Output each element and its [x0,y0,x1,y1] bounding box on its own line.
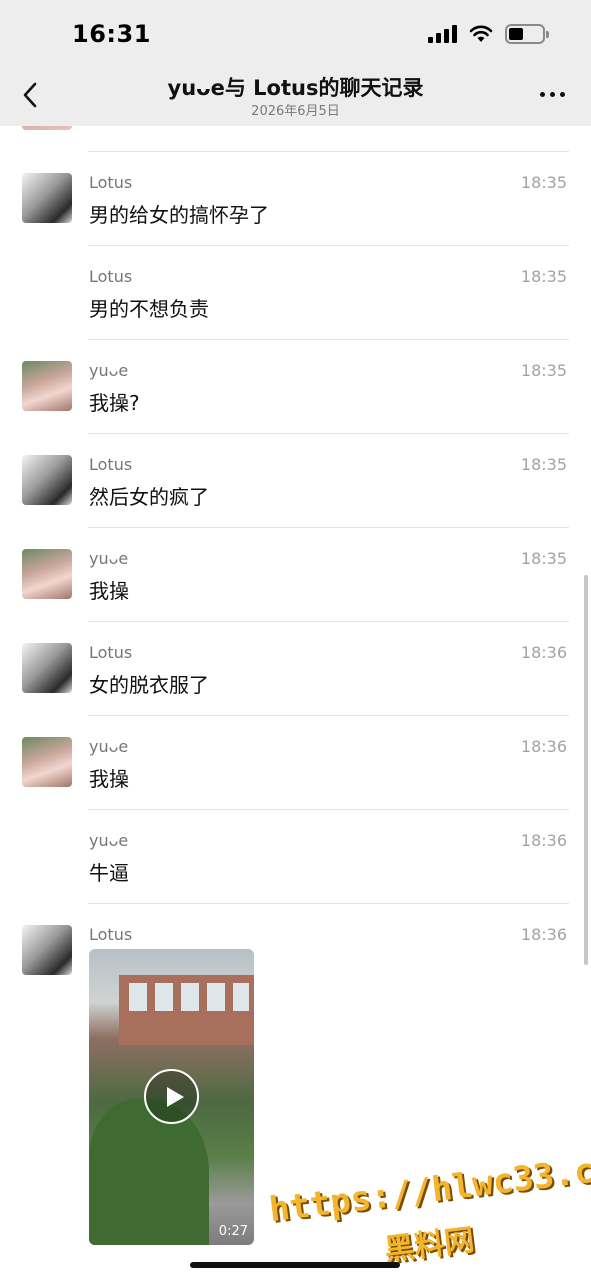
wifi-icon [469,25,493,42]
message-time: 18:35 [520,173,567,192]
list-item[interactable]: Lotus 18:35 男的不想负责 [0,246,591,340]
avatar[interactable] [22,549,72,599]
message-text: 男的不想负责 [89,297,209,321]
list-item[interactable]: yuᴗe 18:35 我操? [0,340,591,434]
avatar[interactable] [22,643,72,693]
avatar[interactable] [22,173,72,223]
message-time: 18:35 [520,455,567,474]
sender-name: Lotus [89,455,133,474]
sender-name: yuᴗe [89,831,129,850]
play-icon[interactable] [144,1069,199,1124]
message-text: 然后女的疯了 [89,485,209,509]
scrollbar[interactable] [584,575,588,965]
list-item[interactable]: Lotus 18:35 男的给女的搞怀孕了 [0,152,591,246]
battery-icon [505,24,549,44]
sender-name: Lotus [89,267,133,286]
video-duration: 0:27 [218,1224,248,1239]
avatar[interactable] [22,455,72,505]
sender-name: yuᴗe [89,361,129,380]
signal-icon [428,25,457,43]
message-text: 牛逼 [89,861,129,885]
list-item[interactable]: yuᴗe 18:35 我操 [0,528,591,622]
list-item[interactable]: Lotus 18:35 然后女的疯了 [0,434,591,528]
message-time: 18:36 [520,831,567,850]
list-item[interactable]: yuᴗe 18:36 牛逼 [0,810,591,904]
avatar[interactable] [22,925,72,975]
message-text: 我操? [89,391,140,415]
message-text: 男的给女的搞怀孕了 [89,203,269,227]
chat-date: 2026年6月5日 [251,104,340,119]
status-time: 16:31 [72,20,151,48]
chat-title: yuᴗe与 Lotus的聊天记录 [167,76,424,100]
status-icons [428,24,549,44]
message-time: 18:36 [520,925,567,944]
message-time: 18:35 [520,549,567,568]
message-list[interactable]: Lotus 18:35 男的给女的搞怀孕了 Lotus 18:35 男的不想负责… [0,58,591,1280]
more-dots-icon[interactable] [540,92,565,97]
message-text: 我操 [89,579,129,603]
avatar[interactable] [22,361,72,411]
video-thumbnail[interactable]: 0:27 [89,949,254,1245]
sender-name: Lotus [89,643,133,662]
sender-name: yuᴗe [89,737,129,756]
list-item[interactable]: Lotus 18:36 女的脱衣服了 [0,622,591,716]
avatar[interactable] [22,737,72,787]
message-text: 我操 [89,767,129,791]
message-time: 18:36 [520,643,567,662]
sender-name: Lotus [89,173,133,192]
sender-name: Lotus [89,925,133,944]
message-time: 18:36 [520,737,567,756]
top-bar: 16:31 yuᴗe与 Lotus的聊天记录 2026年6月5日 [0,0,591,126]
message-time: 18:35 [520,267,567,286]
message-text: 女的脱衣服了 [89,673,209,697]
list-item[interactable]: yuᴗe 18:36 我操 [0,716,591,810]
sender-name: yuᴗe [89,549,129,568]
home-indicator[interactable] [190,1262,400,1268]
message-time: 18:35 [520,361,567,380]
